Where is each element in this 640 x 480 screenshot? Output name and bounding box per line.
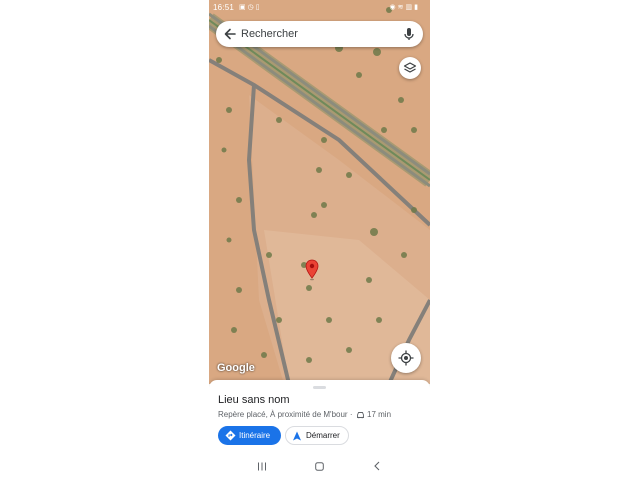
search-bar[interactable] <box>216 21 423 47</box>
notification-icons: ▣◷▯ <box>239 4 262 11</box>
home-icon[interactable] <box>315 462 324 471</box>
phone-screen: 16:51 ▣◷▯ ◉≋▥▮ Google <box>209 0 430 480</box>
navigation-arrow-icon <box>293 431 301 441</box>
map-pin-icon[interactable] <box>305 259 319 281</box>
back-arrow-icon[interactable] <box>222 26 238 42</box>
directions-button[interactable]: Itinéraire <box>218 426 281 445</box>
my-location-icon <box>398 350 414 366</box>
recents-icon[interactable] <box>257 462 267 471</box>
layers-icon <box>403 62 417 73</box>
search-input[interactable] <box>241 25 401 43</box>
mic-icon[interactable] <box>401 26 417 42</box>
travel-time: 17 min <box>356 410 391 419</box>
place-bottom-sheet[interactable]: Lieu sans nom Repère placé, À proximité … <box>209 380 430 450</box>
android-nav-bar <box>209 450 430 480</box>
map-terrain <box>209 0 430 384</box>
status-time: 16:51 <box>213 3 235 12</box>
place-title: Lieu sans nom <box>218 394 290 406</box>
sheet-drag-handle[interactable] <box>313 386 326 389</box>
car-icon <box>357 411 364 419</box>
start-navigation-button[interactable]: Démarrer <box>285 426 349 445</box>
travel-time-value: 17 min <box>367 410 392 419</box>
my-location-button[interactable] <box>391 343 421 373</box>
satellite-map[interactable]: 16:51 ▣◷▯ ◉≋▥▮ Google <box>209 0 430 384</box>
status-bar: 16:51 ▣◷▯ ◉≋▥▮ <box>209 0 430 14</box>
google-attribution: Google <box>217 362 255 374</box>
place-subtitle: Repère placé, À proximité de M'bour · <box>218 410 353 419</box>
back-icon[interactable] <box>373 461 381 471</box>
layers-button[interactable] <box>399 57 421 79</box>
system-status-icons: ◉≋▥▮ <box>389 4 420 11</box>
directions-icon <box>225 430 236 441</box>
start-label: Démarrer <box>306 431 340 440</box>
directions-label: Itinéraire <box>239 431 271 440</box>
